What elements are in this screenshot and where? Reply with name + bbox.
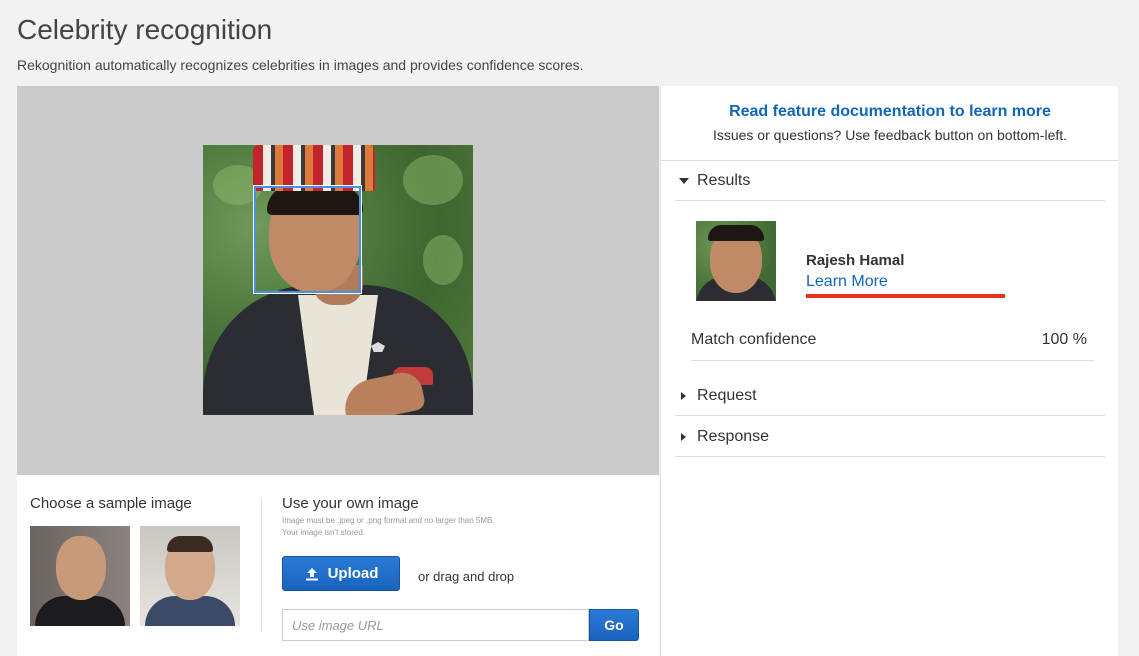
drag-drop-text: or drag and drop (418, 569, 515, 584)
panel-divider (261, 499, 262, 631)
face-bounding-box (254, 186, 361, 293)
image-stage (17, 86, 659, 475)
upload-icon (305, 567, 318, 580)
highlight-underline (806, 294, 1005, 298)
analyzed-photo (203, 145, 473, 415)
page-title: Celebrity recognition (17, 14, 273, 45)
request-header: Request (697, 387, 757, 404)
sample-images-title: Choose a sample image (30, 495, 192, 512)
celebrity-face-thumbnail (696, 221, 776, 301)
match-confidence-label: Match confidence (691, 331, 817, 348)
response-header: Response (697, 428, 770, 445)
divider (675, 200, 1105, 201)
caret-right-icon (681, 392, 686, 400)
go-button[interactable]: Go (589, 609, 639, 641)
celebrity-name: Rajesh Hamal (806, 252, 905, 269)
response-section-toggle[interactable]: Response (679, 428, 769, 446)
own-image-note: Image must be .jpeg or .png format and n… (282, 516, 495, 537)
upload-label: Upload (327, 565, 379, 582)
sample-image-2[interactable] (140, 526, 240, 626)
match-confidence-value: 100 % (1041, 331, 1087, 348)
upload-button[interactable]: Upload (282, 556, 400, 591)
documentation-link[interactable]: Read feature documentation to learn more (661, 103, 1119, 121)
learn-more-link[interactable]: Learn More (806, 273, 888, 291)
own-image-title: Use your own image (282, 495, 419, 512)
caret-down-icon (679, 178, 689, 184)
image-url-input[interactable] (282, 609, 589, 641)
request-section-toggle[interactable]: Request (679, 387, 757, 405)
divider (661, 160, 1119, 161)
image-input-panel: Choose a sample image Use your own image… (17, 475, 659, 656)
feedback-note: Issues or questions? Use feedback button… (712, 127, 1068, 143)
results-panel: Read feature documentation to learn more… (660, 86, 1119, 656)
results-section-toggle[interactable]: Results (679, 172, 750, 190)
divider (675, 456, 1105, 457)
divider (691, 360, 1094, 361)
caret-right-icon (681, 433, 686, 441)
sample-image-1[interactable] (30, 526, 130, 626)
divider (675, 415, 1105, 416)
page-subtitle: Rekognition automatically recognizes cel… (17, 57, 584, 73)
results-header: Results (697, 172, 751, 189)
